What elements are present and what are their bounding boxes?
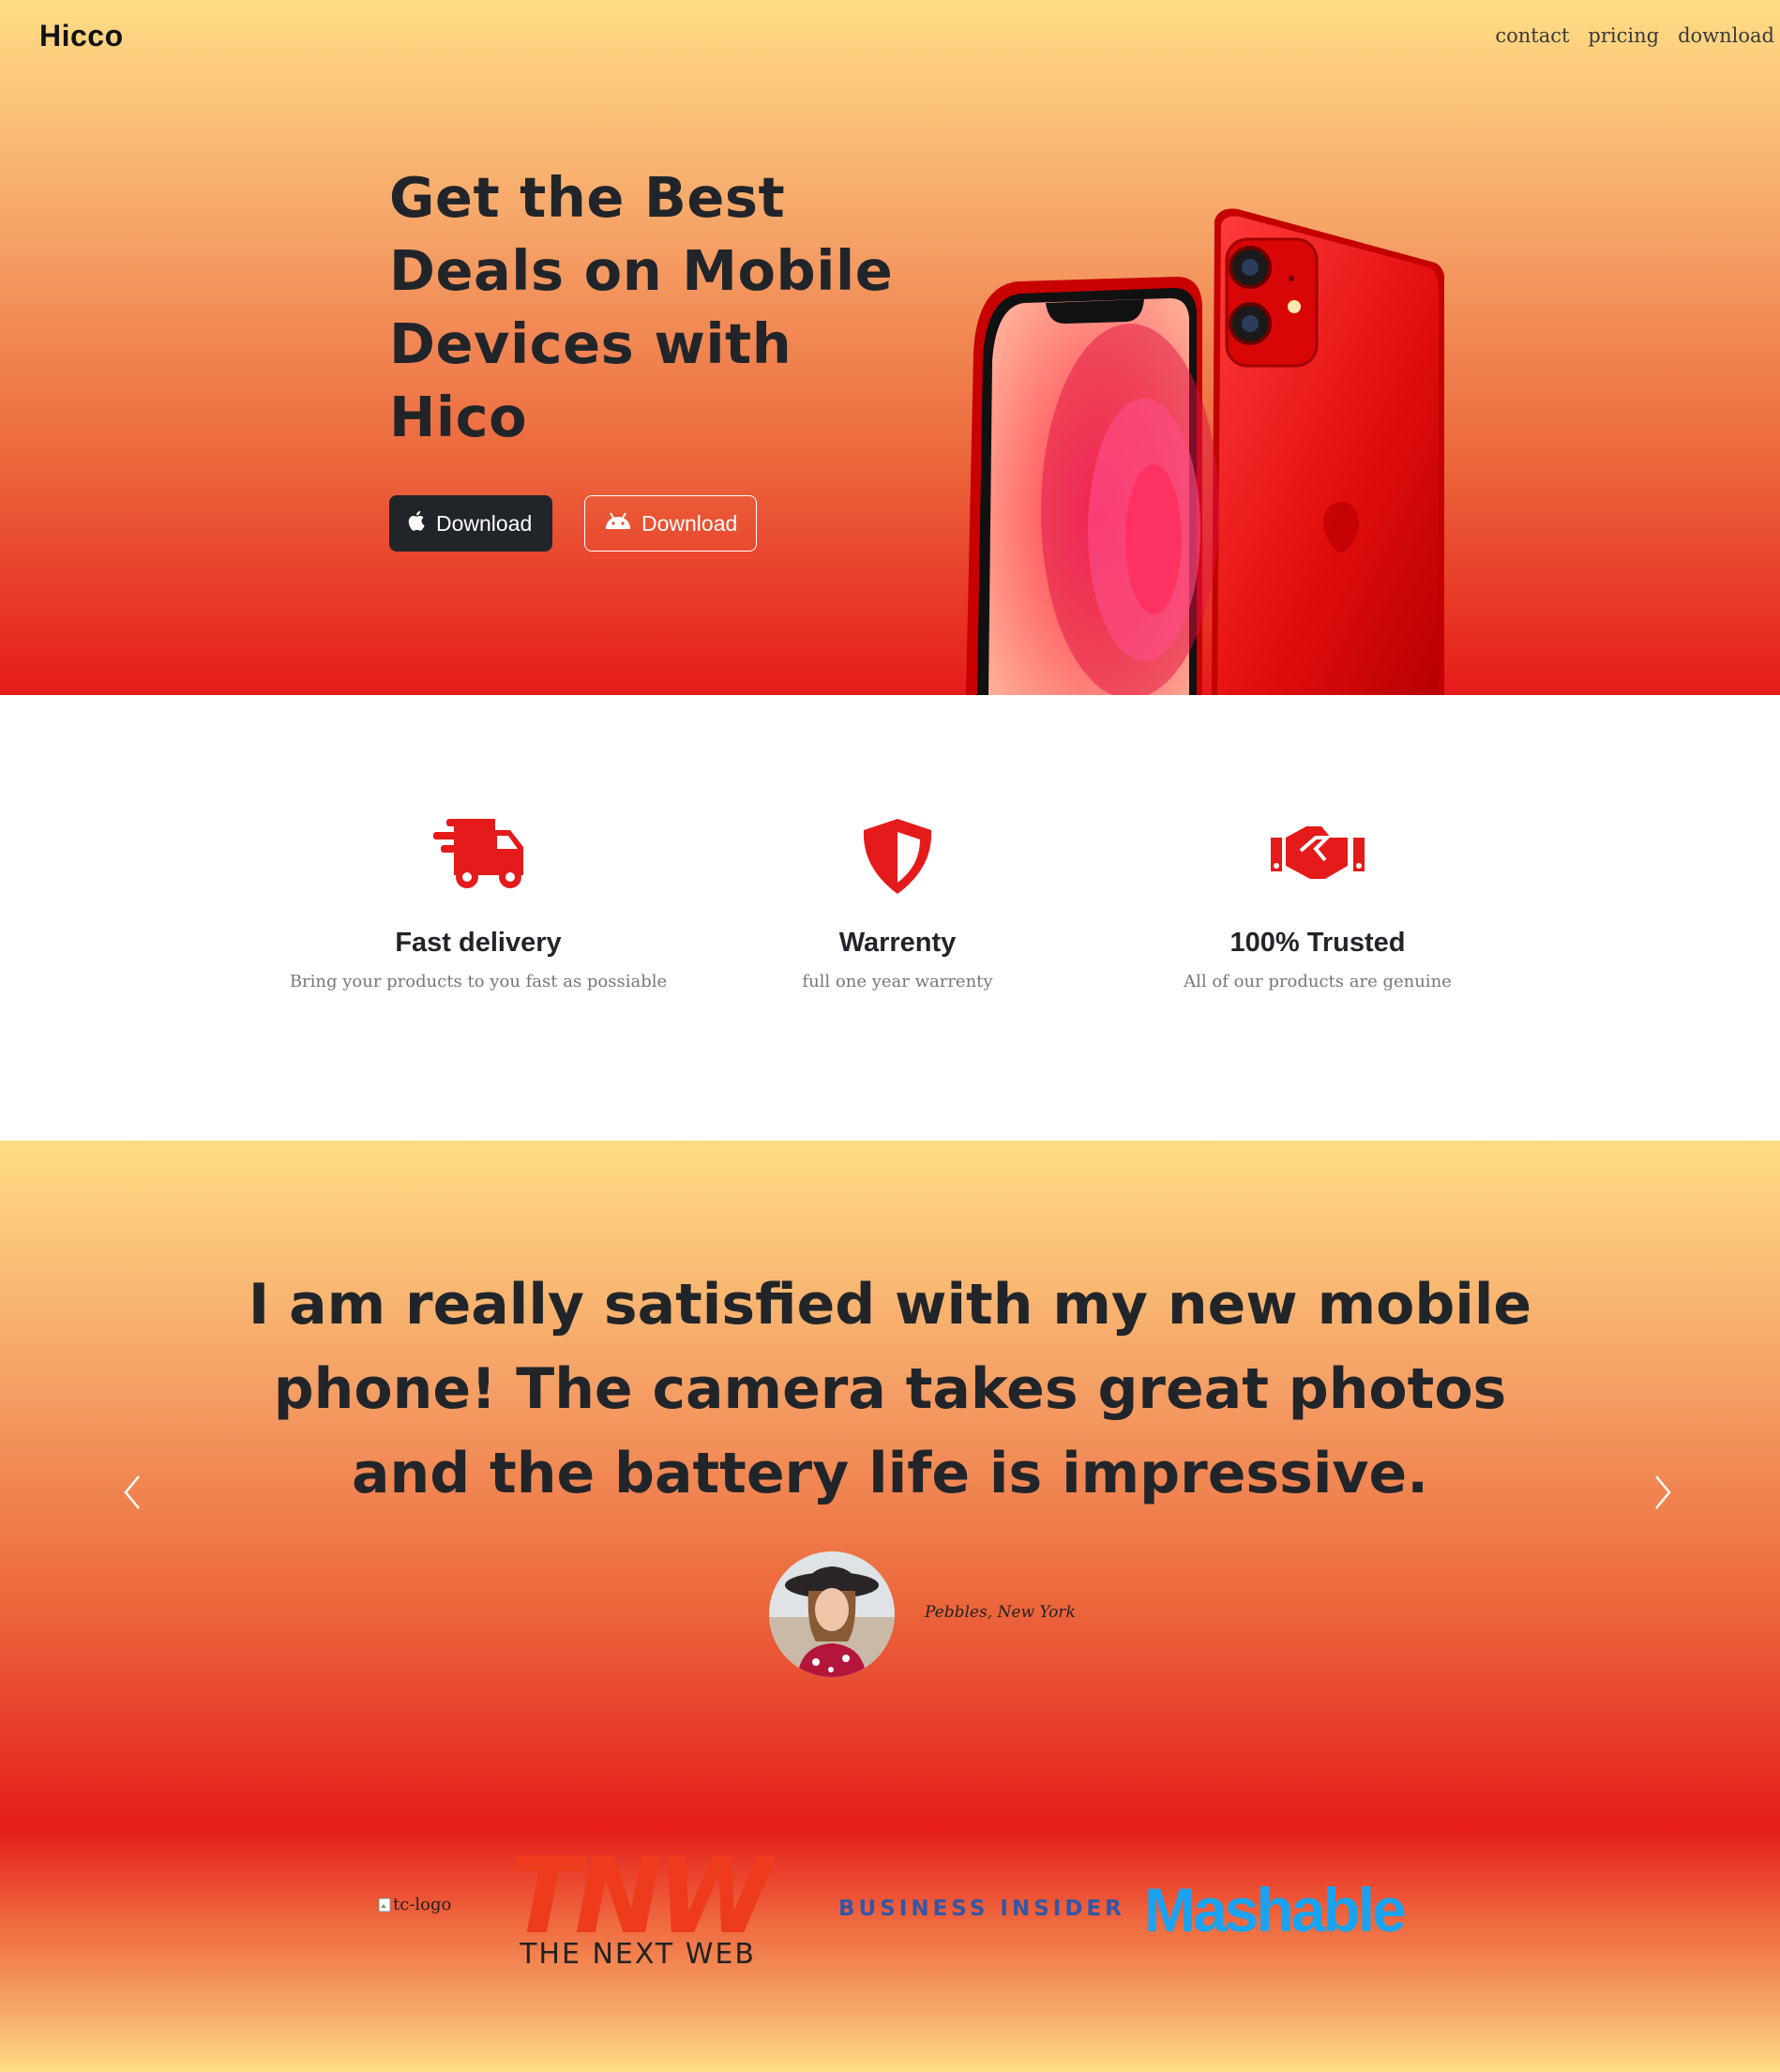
tnw-logo: TNW THE NEXT WEB [497, 1836, 778, 1990]
phones-image [966, 208, 1444, 695]
feature-text: full one year warrenty [802, 972, 993, 991]
ios-download-label: Download [436, 510, 533, 536]
feature-fast-delivery: Fast delivery Bring your products to you… [272, 817, 685, 991]
mashable-logo: Mashable [1144, 1875, 1407, 1944]
feature-title: Warrenty [838, 928, 957, 958]
testimonial-quote: I am really satisfied with my new mobile… [248, 1272, 1532, 1506]
shield-icon [691, 817, 1104, 901]
hero-headline: Get the Best Deals on Mobile Devices wit… [389, 165, 894, 449]
android-download-label: Download [641, 510, 738, 536]
feature-title: 100% Trusted [1229, 928, 1406, 958]
business-insider-logo: BUSINESS INSIDER [838, 1897, 1125, 1921]
brand-logo[interactable]: Hicco [39, 19, 124, 53]
handshake-icon [1111, 817, 1524, 901]
hero-section: Hicco contact pricing download Get the B… [0, 0, 1780, 695]
nav-link-download[interactable]: download [1678, 24, 1774, 47]
chevron-left-icon [124, 1475, 140, 1509]
feature-text: All of our products are genuine [1184, 972, 1452, 991]
android-download-button[interactable]: Download [584, 495, 757, 552]
feature-warranty: Warrenty full one year warrenty [691, 817, 1104, 991]
feature-trusted: 100% Trusted All of our products are gen… [1111, 817, 1524, 991]
broken-image-icon [378, 1898, 391, 1912]
nav-link-pricing[interactable]: pricing [1588, 24, 1659, 47]
feature-text: Bring your products to you fast as possi… [289, 972, 668, 991]
android-icon [604, 511, 632, 537]
chevron-right-icon [1655, 1475, 1671, 1509]
tnw-name: THE NEXT WEB [520, 1938, 756, 1971]
testimonial-section: I am really satisfied with my new mobile… [0, 1141, 1780, 1837]
tnw-mark: TNW [508, 1836, 773, 1958]
nav-link-contact[interactable]: contact [1495, 24, 1569, 47]
top-nav: contact pricing download [1495, 24, 1774, 47]
carousel-next-button[interactable] [1643, 1469, 1681, 1516]
apple-icon [408, 509, 427, 537]
truck-icon [272, 817, 685, 901]
feature-title: Fast delivery [395, 928, 562, 958]
carousel-prev-button[interactable] [114, 1469, 152, 1516]
avatar [769, 1551, 895, 1677]
testimonial-author: Pebbles, New York [925, 1603, 1076, 1622]
features-section: Fast delivery Bring your products to you… [0, 695, 1780, 1141]
techcrunch-logo: tc-logo [378, 1895, 451, 1914]
ios-download-button[interactable]: Download [389, 495, 552, 552]
press-logos-section: tc-logo TNW THE NEXT WEB BUSINESS INSIDE… [0, 1825, 1780, 2072]
tc-logo-alt-text: tc-logo [393, 1895, 452, 1914]
